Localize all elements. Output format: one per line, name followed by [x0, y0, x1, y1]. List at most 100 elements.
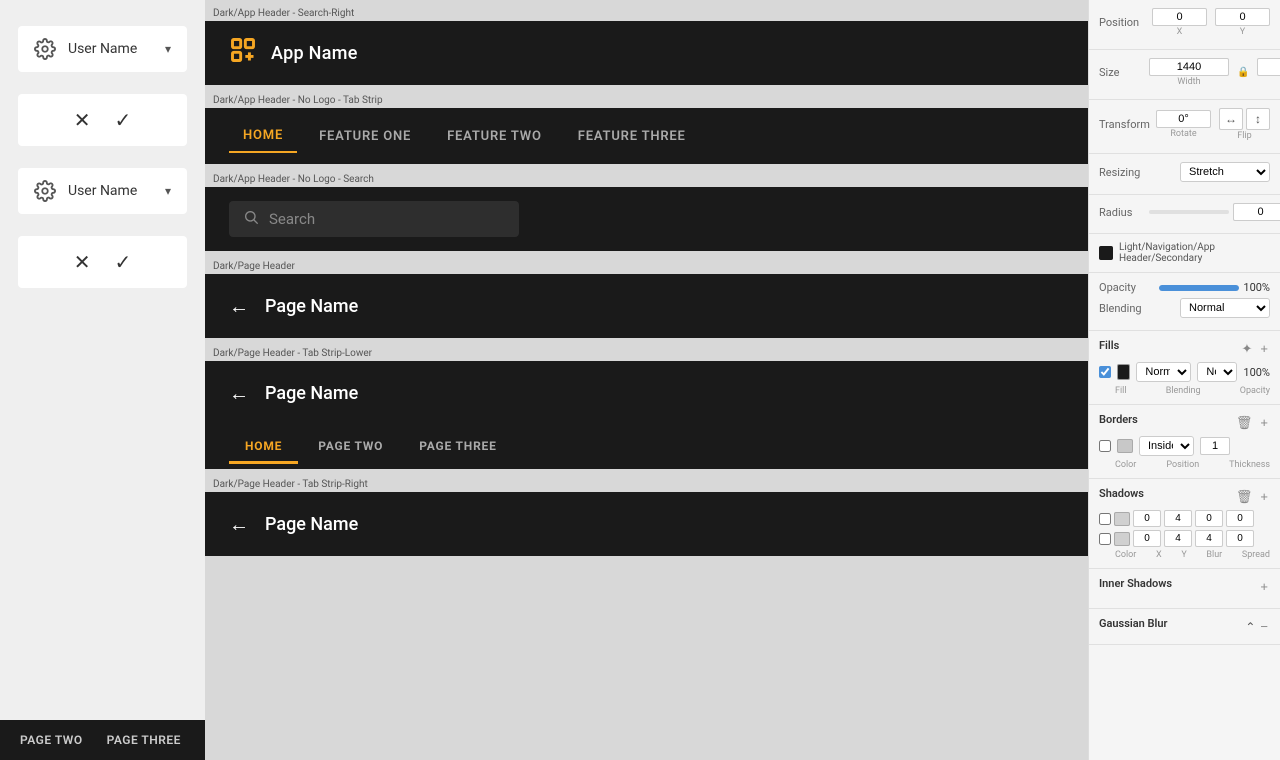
rp-borders-header: Borders 🗑 + — [1099, 413, 1270, 432]
rp-shadow-1-x[interactable] — [1133, 510, 1161, 527]
app-header-dark-search: App Name — [205, 21, 1088, 85]
rp-fills-settings-btn[interactable]: ✦ — [1240, 341, 1255, 357]
rp-inner-shadows-header: Inner Shadows + — [1099, 577, 1270, 596]
rp-flip-col: ↔ ↕ Flip — [1219, 108, 1270, 141]
page-header-dark-2: ← Page Name — [205, 492, 1088, 556]
rp-shadow-2-checkbox[interactable] — [1099, 533, 1111, 545]
rp-fill-color-box[interactable] — [1117, 364, 1130, 380]
rp-blending-select[interactable]: Normal Multiply Screen — [1180, 298, 1270, 318]
rp-border-color-label: Color — [1115, 460, 1136, 470]
right-panel: Position X Y Size Width 🔒 — [1088, 0, 1280, 760]
cancel-icon-1[interactable]: ✕ — [74, 108, 91, 132]
rp-shadow-blur-label: Blur — [1206, 550, 1222, 560]
cancel-icon-2[interactable]: ✕ — [74, 250, 91, 274]
rp-height-col: Height — [1257, 58, 1280, 87]
rp-width-input[interactable] — [1149, 58, 1229, 76]
rp-radius-slider[interactable] — [1149, 210, 1229, 214]
left-top-area: User Name ▾ ✕ ✓ User Name ▾ ✕ ✓ — [0, 0, 205, 760]
rp-opacity-sublabel: Opacity — [1240, 386, 1270, 396]
nav-tab-feature-one[interactable]: FEATURE ONE — [305, 121, 425, 152]
rp-gaussian-expand-btn[interactable]: − — [1258, 619, 1270, 634]
left-panel: User Name ▾ ✕ ✓ User Name ▾ ✕ ✓ PAGE — [0, 0, 205, 760]
action-row-2: ✕ ✓ — [18, 236, 187, 288]
rp-width-label: Width — [1177, 77, 1200, 87]
rp-shadow-2-blur[interactable] — [1195, 530, 1223, 547]
rp-radius-input[interactable] — [1233, 203, 1280, 221]
nav-tab-home[interactable]: HOME — [229, 120, 297, 153]
rp-shadows-delete-btn[interactable]: 🗑 — [1234, 489, 1255, 505]
rp-shadow-2-color[interactable] — [1114, 532, 1130, 546]
rp-radius-controls — [1149, 203, 1280, 221]
rp-flip-label: Flip — [1237, 131, 1251, 141]
rp-border-checkbox[interactable] — [1099, 440, 1111, 452]
nav-tab-feature-two[interactable]: FEATURE TWO — [433, 121, 556, 152]
rp-gaussian-chevron: ⌃ — [1245, 620, 1255, 634]
rp-borders-section: Borders 🗑 + Inside Outside Center Color … — [1089, 405, 1280, 479]
sidebar-user-item-2[interactable]: User Name ▾ — [18, 168, 187, 214]
nav-tab-feature-three[interactable]: FEATURE THREE — [564, 121, 700, 152]
rp-opacity-row: Opacity 100% — [1099, 281, 1270, 294]
rp-fills-add-btn[interactable]: + — [1258, 341, 1270, 357]
rp-size-label: Size — [1099, 66, 1149, 79]
rp-fill-checkbox[interactable] — [1099, 366, 1111, 378]
section-page-header-tab-right: Dark/Page Header - Tab Strip-Right ← Pag… — [205, 471, 1088, 558]
back-arrow-icon-2[interactable]: ← — [229, 381, 249, 406]
rp-rotate-col: Rotate — [1156, 110, 1211, 139]
confirm-icon-1[interactable]: ✓ — [115, 108, 132, 132]
rp-resizing-section: Resizing Stretch Fixed Fill — [1089, 154, 1280, 195]
rp-position-x-col: X — [1152, 8, 1207, 37]
rp-inner-shadows-section: Inner Shadows + — [1089, 569, 1280, 609]
rp-height-input[interactable] — [1257, 58, 1280, 76]
rp-style-color — [1099, 246, 1113, 260]
back-arrow-icon-1[interactable]: ← — [229, 294, 249, 319]
confirm-icon-2[interactable]: ✓ — [115, 250, 132, 274]
rp-position-y-input[interactable] — [1215, 8, 1270, 26]
section-tab-nav: Dark/App Header - No Logo - Tab Strip HO… — [205, 87, 1088, 166]
rp-shadow-1-y[interactable] — [1164, 510, 1192, 527]
section-label-1: Dark/App Header - Search-Right — [205, 4, 1088, 21]
rp-borders-delete-btn[interactable]: 🗑 — [1234, 415, 1255, 431]
section-app-header-search: Dark/App Header - Search-Right App Name — [205, 0, 1088, 87]
rp-position-label: Position — [1099, 16, 1149, 29]
page-tab-home[interactable]: HOME — [229, 431, 298, 464]
rp-shadows-add-btn[interactable]: + — [1258, 489, 1270, 505]
rp-opacity-value: 100% — [1243, 281, 1270, 294]
rp-resizing-select[interactable]: Stretch Fixed Fill — [1180, 162, 1270, 182]
rp-border-position-select[interactable]: Inside Outside Center — [1139, 436, 1194, 456]
search-box[interactable]: Search — [229, 201, 519, 237]
page-tab-three[interactable]: PAGE THREE — [403, 431, 512, 464]
flip-h-button[interactable]: ↔ — [1219, 108, 1243, 130]
rp-position-x-input[interactable] — [1152, 8, 1207, 26]
sidebar-user-item-1[interactable]: User Name ▾ — [18, 26, 187, 72]
rp-rotate-input[interactable] — [1156, 110, 1211, 128]
section-page-header-tabs: Dark/Page Header - Tab Strip-Lower ← Pag… — [205, 340, 1088, 471]
rp-shadow-2-y[interactable] — [1164, 530, 1192, 547]
rp-shadow-1-color[interactable] — [1114, 512, 1130, 526]
rp-borders-add-btn[interactable]: + — [1258, 415, 1270, 431]
bottom-tab-page-two[interactable]: PAGE TWO — [8, 733, 95, 747]
rp-shadow-row-2 — [1099, 530, 1270, 547]
rp-gaussian-title: Gaussian Blur — [1099, 617, 1167, 630]
rp-opacity-slider[interactable] — [1159, 285, 1239, 291]
rp-shadow-1-checkbox[interactable] — [1099, 513, 1111, 525]
back-arrow-icon-3[interactable]: ← — [229, 512, 249, 537]
page-tab-two[interactable]: PAGE TWO — [302, 431, 399, 464]
rp-gaussian-section: Gaussian Blur ⌃ − — [1089, 609, 1280, 645]
rp-inner-shadows-add-btn[interactable]: + — [1258, 579, 1270, 594]
rp-shadow-row-1 — [1099, 510, 1270, 527]
rp-shadow-2-spread[interactable] — [1226, 530, 1254, 547]
rp-shadow-1-spread[interactable] — [1226, 510, 1254, 527]
rp-resizing-row: Resizing Stretch Fixed Fill — [1099, 162, 1270, 182]
rp-style-section: Light/Navigation/App Header/Secondary — [1089, 234, 1280, 273]
rp-x-label: X — [1177, 27, 1183, 37]
section-label-2: Dark/App Header - No Logo - Tab Strip — [205, 91, 1088, 108]
rp-fill-blending-mode[interactable]: Normal — [1197, 362, 1237, 382]
rp-shadow-1-blur[interactable] — [1195, 510, 1223, 527]
flip-v-button[interactable]: ↕ — [1246, 108, 1270, 130]
rp-border-thickness-input[interactable] — [1200, 437, 1230, 455]
rp-fill-blending-select[interactable]: Normal — [1136, 362, 1191, 382]
bottom-tab-page-three[interactable]: PAGE THREE — [95, 733, 193, 747]
rp-shadow-2-x[interactable] — [1133, 530, 1161, 547]
page-tabs-row: HOME PAGE TWO PAGE THREE — [205, 425, 1088, 469]
rp-border-color-box[interactable] — [1117, 439, 1133, 453]
